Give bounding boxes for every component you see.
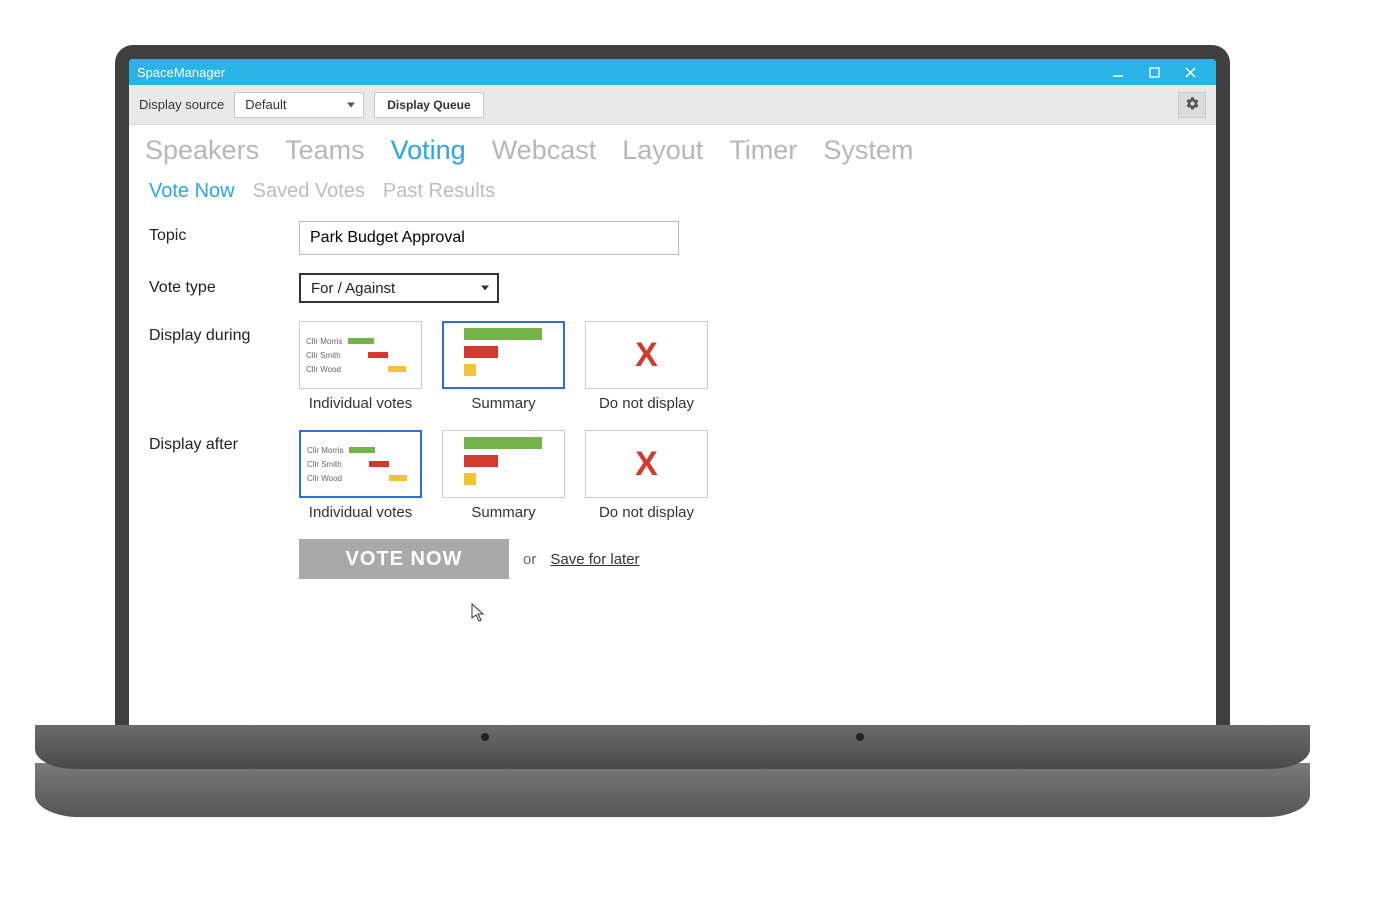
x-icon: X — [635, 445, 658, 484]
save-for-later-link[interactable]: Save for later — [550, 551, 639, 568]
after-option-none-label: Do not display — [585, 504, 708, 521]
display-source-label: Display source — [139, 97, 224, 112]
subtab-vote-now[interactable]: Vote Now — [149, 180, 235, 203]
during-option-summary-label: Summary — [442, 395, 565, 412]
chevron-down-icon — [481, 286, 489, 291]
toolbar: Display source Default Display Queue — [129, 85, 1216, 125]
after-option-summary[interactable] — [442, 430, 565, 498]
individual-votes-icon: Cllr Morris Cllr Smith Cllr Wood — [307, 443, 414, 485]
tab-voting[interactable]: Voting — [391, 135, 466, 166]
tab-system[interactable]: System — [823, 135, 913, 166]
or-text: or — [523, 551, 536, 568]
settings-button[interactable] — [1178, 92, 1206, 118]
window-close-button[interactable] — [1172, 59, 1208, 85]
vote-now-button[interactable]: VOTE NOW — [299, 539, 509, 579]
display-queue-button[interactable]: Display Queue — [374, 92, 483, 118]
during-option-summary[interactable] — [442, 321, 565, 389]
display-during-label: Display during — [149, 321, 299, 345]
topic-label: Topic — [149, 221, 299, 245]
display-source-value: Default — [245, 97, 286, 112]
after-option-none[interactable]: X — [585, 430, 708, 498]
vote-type-value: For / Against — [311, 280, 395, 297]
topic-input[interactable] — [299, 221, 679, 255]
x-icon: X — [635, 336, 658, 375]
window-maximize-button[interactable] — [1136, 59, 1172, 85]
vote-type-label: Vote type — [149, 273, 299, 297]
titlebar: SpaceManager — [129, 59, 1216, 85]
display-after-label: Display after — [149, 430, 299, 454]
subtab-saved-votes[interactable]: Saved Votes — [253, 180, 365, 203]
summary-icon — [464, 328, 544, 382]
primary-tabs: Speakers Teams Voting Webcast Layout Tim… — [129, 125, 1216, 170]
vote-type-select[interactable]: For / Against — [299, 273, 499, 303]
summary-icon — [464, 437, 544, 491]
chevron-down-icon — [347, 102, 355, 107]
vote-form: Topic Vote type For / Against Display du… — [129, 217, 1216, 583]
tab-layout[interactable]: Layout — [622, 135, 703, 166]
subtab-past-results[interactable]: Past Results — [383, 180, 495, 203]
after-option-individual-label: Individual votes — [299, 504, 422, 521]
during-option-individual[interactable]: Cllr Morris Cllr Smith Cllr Wood — [299, 321, 422, 389]
secondary-tabs: Vote Now Saved Votes Past Results — [129, 170, 1216, 217]
during-option-none[interactable]: X — [585, 321, 708, 389]
gear-icon — [1185, 96, 1200, 114]
tab-webcast[interactable]: Webcast — [492, 135, 597, 166]
tab-speakers[interactable]: Speakers — [145, 135, 259, 166]
tab-timer[interactable]: Timer — [729, 135, 797, 166]
during-option-individual-label: Individual votes — [299, 395, 422, 412]
individual-votes-icon: Cllr Morris Cllr Smith Cllr Wood — [306, 334, 415, 376]
tab-teams[interactable]: Teams — [285, 135, 365, 166]
after-option-summary-label: Summary — [442, 504, 565, 521]
cursor-icon — [471, 603, 487, 623]
during-option-none-label: Do not display — [585, 395, 708, 412]
window-minimize-button[interactable] — [1100, 59, 1136, 85]
display-source-select[interactable]: Default — [234, 92, 364, 118]
window-title: SpaceManager — [137, 65, 1100, 80]
after-option-individual[interactable]: Cllr Morris Cllr Smith Cllr Wood — [299, 430, 422, 498]
